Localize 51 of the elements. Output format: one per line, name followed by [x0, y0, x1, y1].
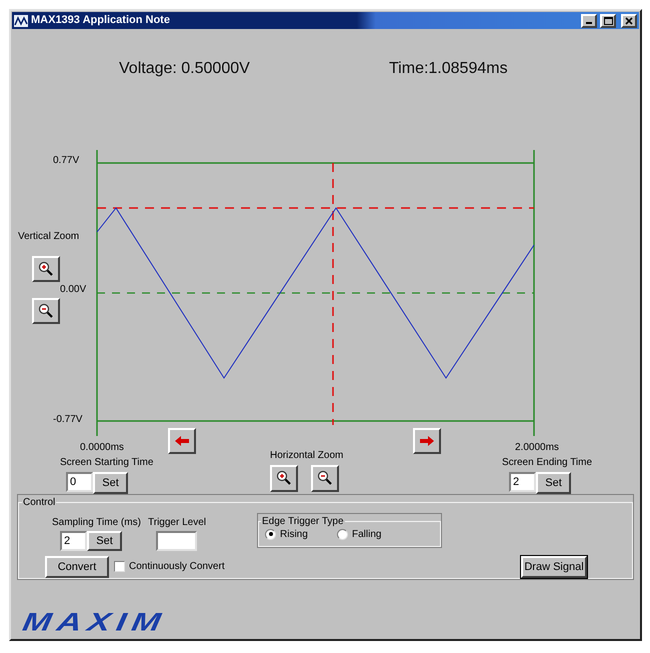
- zoom-in-icon: [276, 470, 292, 486]
- continuous-checkbox[interactable]: [114, 561, 125, 572]
- maximize-button[interactable]: [600, 14, 616, 28]
- right-arrow-icon: [420, 436, 434, 446]
- screen-end-label: Screen Ending Time: [502, 456, 592, 470]
- screen-start-set-button[interactable]: Set: [93, 472, 128, 494]
- close-button[interactable]: [621, 14, 637, 28]
- scroll-left-button[interactable]: [168, 428, 196, 454]
- horizontal-zoom-out-button[interactable]: [311, 464, 339, 492]
- y-axis-bottom-label: -0.77V: [53, 413, 82, 428]
- x-axis-end-label: 2.0000ms: [515, 441, 559, 456]
- app-icon: [14, 14, 28, 27]
- window-title: MAX1393 Application Note: [31, 13, 171, 28]
- horizontal-zoom-label: Horizontal Zoom: [270, 448, 344, 463]
- minimize-button[interactable]: [581, 14, 597, 28]
- convert-button[interactable]: Convert: [45, 556, 109, 578]
- x-axis-start-label: 0.0000ms: [80, 441, 124, 456]
- screen-end-set-button[interactable]: Set: [536, 472, 571, 494]
- sampling-time-label: Sampling Time (ms): [52, 516, 142, 530]
- maximize-icon: [604, 16, 612, 25]
- scroll-right-button[interactable]: [413, 428, 441, 454]
- zoom-out-button[interactable]: [32, 298, 60, 324]
- sampling-time-field[interactable]: 2: [60, 530, 87, 551]
- draw-signal-button[interactable]: Draw Signal: [521, 556, 587, 578]
- trigger-level-label: Trigger Level: [148, 516, 207, 530]
- left-arrow-icon: [175, 436, 189, 446]
- time-readout: Time:1.08594ms: [389, 59, 508, 80]
- close-icon: [625, 16, 633, 25]
- screen-start-label: Screen Starting Time: [60, 456, 154, 470]
- y-axis-middle-label: 0.00V: [60, 283, 86, 298]
- minimize-icon: [586, 22, 592, 24]
- trigger-level-field[interactable]: [156, 530, 197, 551]
- y-axis-top-label: 0.77V: [53, 154, 80, 168]
- voltage-readout: Voltage: 0.50000V: [119, 59, 251, 80]
- horizontal-zoom-in-button[interactable]: [270, 464, 298, 492]
- continuous-label: Continuously Convert: [129, 560, 225, 574]
- sampling-set-button[interactable]: Set: [87, 530, 122, 551]
- edge-trigger-legend: Edge Trigger Type: [261, 514, 345, 529]
- radio-button[interactable]: [265, 528, 276, 540]
- company-logo: MAXIM: [20, 609, 169, 635]
- vertical-zoom-label: Vertical Zoom: [18, 230, 80, 244]
- screen-end-field[interactable]: 2: [509, 472, 536, 492]
- zoom-out-icon: [317, 470, 333, 486]
- radio-label: Falling: [352, 528, 382, 542]
- radio-button[interactable]: [337, 528, 348, 540]
- zoom-in-icon: [38, 261, 54, 278]
- screen-start-field[interactable]: 0: [66, 472, 93, 492]
- radio-label: Rising: [280, 528, 308, 542]
- control-legend: Control: [22, 494, 56, 510]
- zoom-in-button[interactable]: [32, 256, 60, 282]
- zoom-out-icon: [38, 303, 54, 320]
